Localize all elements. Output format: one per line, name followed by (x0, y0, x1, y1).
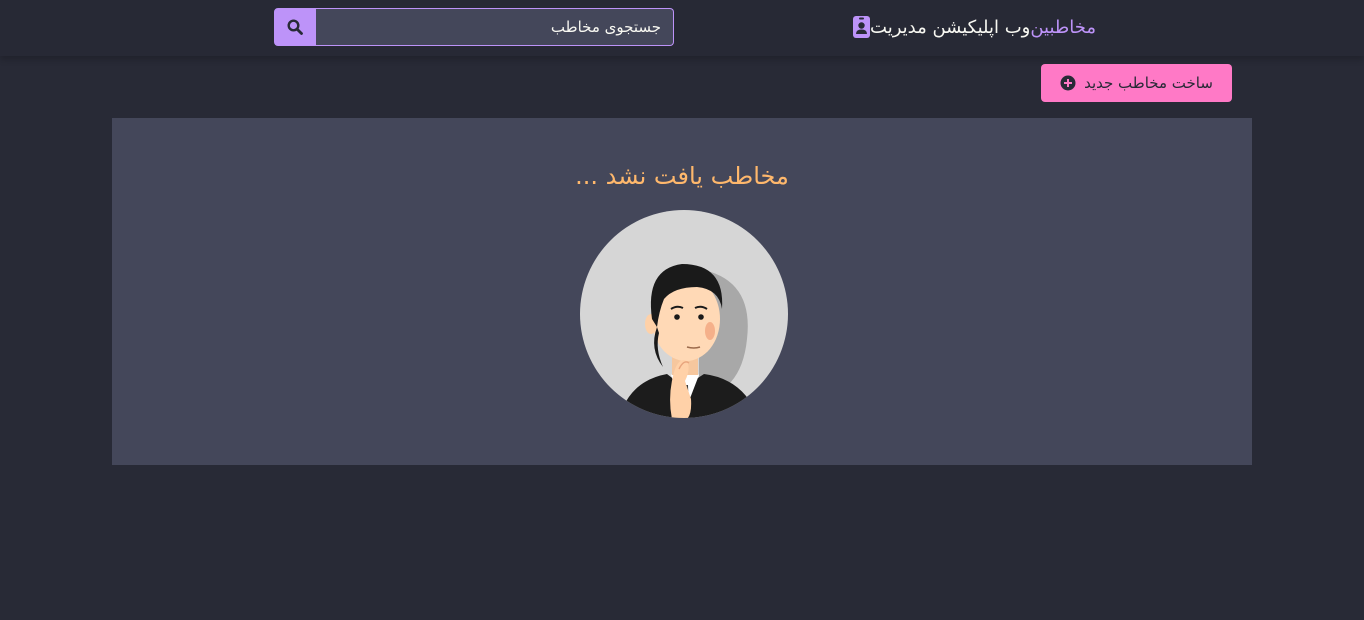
search-form (274, 8, 674, 46)
brand-title-accent: مخاطبین (1030, 16, 1096, 38)
contacts-panel: مخاطب یافت نشد ... (112, 118, 1252, 465)
thinking-man-avatar (580, 210, 788, 418)
search-icon (287, 19, 303, 35)
app-brand[interactable]: وب اپلیکیشن مدیریت مخاطبین (847, 14, 1102, 40)
plus-circle-icon (1060, 75, 1076, 91)
brand-title: وب اپلیکیشن مدیریت (870, 16, 1031, 38)
add-contact-button[interactable]: ساخت مخاطب جدید (1041, 64, 1232, 102)
search-input[interactable] (316, 8, 674, 46)
contact-card-icon (853, 16, 871, 38)
navbar: وب اپلیکیشن مدیریت مخاطبین (0, 0, 1364, 56)
search-button[interactable] (274, 8, 316, 46)
add-contact-label: ساخت مخاطب جدید (1084, 74, 1213, 92)
empty-state-message: مخاطب یافت نشد ... (575, 162, 789, 190)
